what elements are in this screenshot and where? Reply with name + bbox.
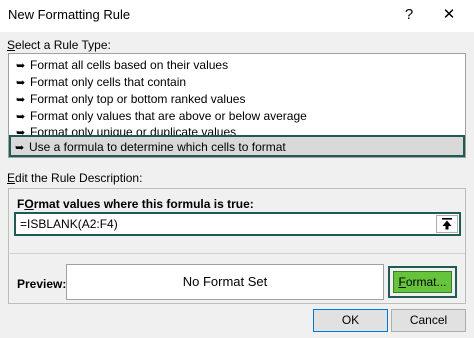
preview-label: Preview:	[17, 277, 67, 291]
close-button[interactable]: ✕	[437, 4, 461, 26]
collapse-arrow-icon	[442, 218, 452, 230]
rule-item-use-formula[interactable]: ➥ Use a formula to determine which cells …	[9, 135, 465, 157]
formula-field-highlight	[14, 212, 461, 236]
rule-item-cells-contain[interactable]: ➥ Format only cells that contain	[12, 74, 462, 90]
dialog-title: New Formatting Rule	[8, 7, 131, 22]
format-button[interactable]: Format...	[393, 271, 452, 293]
rule-type-list[interactable]: ➥ Format all cells based on their values …	[8, 53, 466, 158]
help-button[interactable]: ?	[397, 4, 421, 26]
arrow-icon: ➥	[16, 111, 26, 123]
arrow-icon: ➥	[16, 77, 26, 89]
cancel-button[interactable]: Cancel	[391, 309, 466, 332]
arrow-icon: ➥	[16, 94, 26, 106]
preview-box: No Format Set	[66, 264, 384, 300]
arrow-icon: ➥	[16, 60, 26, 72]
rule-type-label: Select a Rule Type:	[7, 38, 111, 52]
rule-item-all-cells[interactable]: ➥ Format all cells based on their values	[12, 57, 462, 73]
format-button-highlight: Format...	[388, 266, 457, 298]
rule-description-panel: FOrmat values where this formula is true…	[8, 188, 466, 304]
collapse-dialog-button[interactable]	[436, 215, 458, 233]
ok-button[interactable]: OK	[313, 309, 388, 332]
arrow-icon: ➥	[15, 142, 25, 154]
divider	[10, 253, 465, 254]
rule-item-above-below-average[interactable]: ➥ Format only values that are above or be…	[12, 108, 462, 124]
rule-item-top-bottom[interactable]: ➥ Format only top or bottom ranked values	[12, 91, 462, 107]
formula-input[interactable]	[18, 215, 428, 233]
title-bar: New Formatting Rule ? ✕	[0, 0, 474, 32]
rule-description-label: Edit the Rule Description:	[7, 171, 143, 185]
formula-label: FOrmat values where this formula is true…	[17, 197, 254, 211]
